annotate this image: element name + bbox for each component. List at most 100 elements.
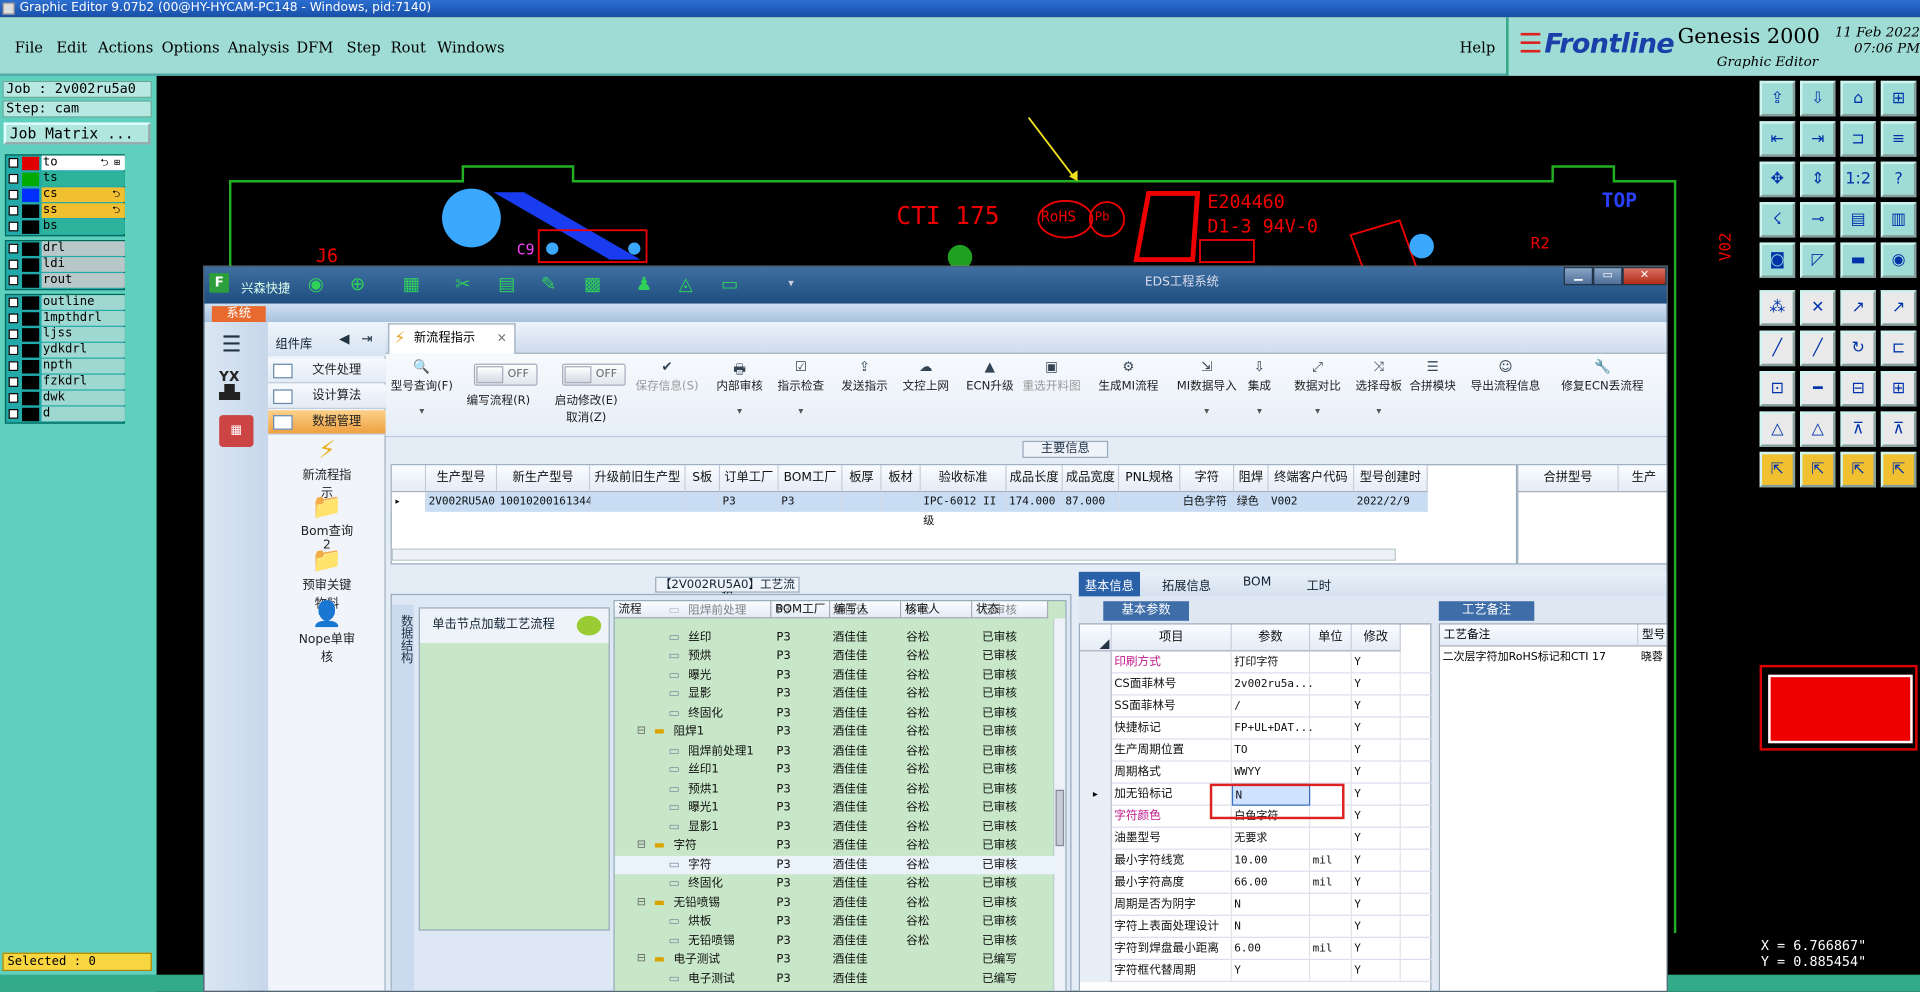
grid-cell-8[interactable]: IPC-6012 II级 bbox=[920, 492, 1007, 528]
layer-row-outline[interactable]: outline bbox=[6, 295, 125, 311]
ribbon-button-10[interactable]: ⚙ 生成MI流程 bbox=[1098, 359, 1158, 393]
remark-cell-0[interactable]: 二次层字符加RoHS标记和CTI 17 bbox=[1440, 649, 1638, 666]
tool-button-8[interactable]: ≡ bbox=[1880, 121, 1917, 157]
tree-row[interactable]: ▭ 阻焊前处理1 P3 酒佳佳 谷松 已审核 bbox=[615, 741, 1056, 760]
tool-button-40[interactable]: ⇱ bbox=[1880, 451, 1917, 488]
ribbon-1[interactable]: 编写流程(R) bbox=[467, 391, 531, 407]
menu-icon[interactable]: ☰ bbox=[222, 332, 242, 358]
ribbon-button-16[interactable]: ☺ 导出流程信息 bbox=[1471, 359, 1541, 393]
grid-hscroll[interactable] bbox=[391, 548, 1396, 561]
comp-item-design[interactable]: 设计算法 bbox=[268, 384, 386, 409]
param-row[interactable]: SS面菲林号 / Y bbox=[1080, 695, 1433, 718]
layer-row-to[interactable]: to ⮌ ⊞ bbox=[6, 155, 125, 172]
tree-row[interactable]: ▭ 烘板 P3 酒佳佳 谷松 已审核 bbox=[615, 912, 1056, 931]
grid-cell-11[interactable] bbox=[1119, 492, 1181, 512]
layer-row-ldi[interactable]: ldi bbox=[6, 257, 125, 273]
tool-button-21[interactable]: ⁂ bbox=[1759, 290, 1796, 326]
remark-header-0[interactable]: 工艺备注 bbox=[1440, 624, 1639, 647]
dropdown-icon[interactable]: ▾ bbox=[1356, 405, 1403, 416]
menu-dfm[interactable]: DFM bbox=[296, 39, 333, 56]
layer-checkbox[interactable] bbox=[8, 221, 19, 232]
layer-checkbox[interactable] bbox=[8, 329, 19, 340]
param-value[interactable]: 10.00 bbox=[1232, 849, 1311, 872]
dropdown-icon[interactable]: ▾ bbox=[1294, 405, 1341, 416]
scissors-icon[interactable]: ✂ bbox=[452, 273, 474, 295]
dropdown-icon[interactable]: ▾ bbox=[391, 405, 453, 416]
tree-row[interactable]: ⊟ ▬ 无铅喷锡 P3 酒佳佳 谷松 已审核 bbox=[615, 893, 1056, 912]
layer-checkbox[interactable] bbox=[8, 297, 19, 308]
param-value[interactable]: WWYY bbox=[1232, 761, 1311, 784]
ribbon-2[interactable]: 启动修改(E) 取消(Z) bbox=[555, 391, 618, 425]
grid-cell-5[interactable]: P3 bbox=[778, 492, 843, 512]
layer-checkbox[interactable] bbox=[8, 361, 19, 372]
tree-row[interactable]: ⊟ ▬ 电子测试 P3 酒佳佳 已编写 bbox=[615, 950, 1056, 969]
param-row[interactable]: 快捷标记 FP+UL+DAT... Y bbox=[1080, 717, 1433, 740]
layer-row-drl[interactable]: drl bbox=[6, 241, 125, 257]
param-value[interactable]: FP+UL+DAT... bbox=[1232, 717, 1314, 740]
ribbon-button-3[interactable]: ✔ 保存信息(S) bbox=[636, 359, 699, 393]
menu-help[interactable]: Help bbox=[1460, 39, 1496, 56]
grid-header-8[interactable]: 验收标准 bbox=[920, 465, 1007, 493]
param-header-2[interactable]: 单位 bbox=[1310, 624, 1352, 652]
layer-checkbox[interactable] bbox=[8, 408, 19, 419]
param-value[interactable]: N bbox=[1232, 893, 1311, 916]
merge-header-1[interactable]: 生产 bbox=[1618, 465, 1667, 493]
tool-button-9[interactable]: ✥ bbox=[1759, 161, 1796, 198]
minimize-button[interactable]: ▁ bbox=[1563, 266, 1594, 286]
dropdown-icon[interactable]: ▾ bbox=[716, 405, 763, 416]
grid-header-12[interactable]: 字符 bbox=[1180, 465, 1235, 493]
tool-button-32[interactable]: ⊞ bbox=[1880, 371, 1917, 407]
merge-header-0[interactable]: 合拼型号 bbox=[1518, 465, 1619, 493]
yx-module-icon[interactable]: YX ▟▙ bbox=[219, 369, 253, 401]
more-icon[interactable]: ▾ bbox=[780, 273, 802, 295]
layer-row-rout[interactable]: rout bbox=[6, 273, 125, 289]
layer-row-1mpthdrl[interactable]: 1mpthdrl bbox=[6, 311, 125, 327]
dropdown-icon[interactable]: ▾ bbox=[1248, 405, 1271, 416]
tool-button-10[interactable]: ⇕ bbox=[1800, 161, 1836, 198]
pin-icon[interactable]: ⇥ bbox=[361, 331, 372, 347]
ribbon-button-7[interactable]: ☁ 文控上网 bbox=[902, 359, 949, 393]
globe-icon[interactable]: ⊕ bbox=[347, 273, 369, 295]
tool-button-2[interactable]: ⇩ bbox=[1800, 80, 1836, 117]
param-value[interactable]: 2v002ru5a... bbox=[1232, 673, 1314, 696]
tool-button-16[interactable]: ▥ bbox=[1880, 202, 1917, 238]
calc-module-icon[interactable]: ▦ bbox=[219, 415, 254, 447]
param-row[interactable]: 印刷方式 打印字符 Y bbox=[1080, 651, 1433, 674]
param-row[interactable]: 最小字符高度 66.00 mil Y bbox=[1080, 871, 1433, 894]
detail-tab-0[interactable]: 基本信息 bbox=[1078, 571, 1141, 597]
param-value[interactable]: / bbox=[1232, 695, 1311, 718]
ribbon-button-8[interactable]: ▲ ECN升级 bbox=[966, 359, 1013, 393]
param-value[interactable]: 66.00 bbox=[1232, 871, 1311, 894]
tool-button-31[interactable]: ⊟ bbox=[1840, 371, 1876, 407]
tool-button-18[interactable]: ◸ bbox=[1800, 242, 1836, 278]
tool-button-12[interactable]: ? bbox=[1880, 161, 1917, 198]
detail-tab-2[interactable]: BOM bbox=[1243, 576, 1271, 589]
grid-header-5[interactable]: BOM工厂 bbox=[778, 465, 843, 493]
param-row[interactable]: 油墨型号 无要求 Y bbox=[1080, 827, 1433, 850]
tree-row[interactable]: ▭ 预烘1 P3 酒佳佳 谷松 已审核 bbox=[615, 779, 1056, 798]
comp-item-file[interactable]: 文件处理 bbox=[268, 358, 386, 384]
system-tab[interactable]: 系统 bbox=[211, 306, 266, 323]
grid-header-6[interactable]: 板厚 bbox=[842, 465, 882, 493]
tool-button-20[interactable]: ◉ bbox=[1880, 242, 1917, 278]
param-row[interactable]: 最小字符线宽 10.00 mil Y bbox=[1080, 849, 1433, 872]
grid-header-2[interactable]: 升级前旧生产型号 bbox=[590, 465, 686, 512]
tool-button-13[interactable]: ☇ bbox=[1759, 202, 1796, 238]
collapse-icon[interactable]: ⊟ bbox=[637, 893, 646, 911]
grid-cell-7[interactable] bbox=[881, 492, 921, 512]
chart-icon[interactable]: ◬ bbox=[675, 273, 697, 295]
tool-button-5[interactable]: ⇤ bbox=[1759, 121, 1796, 157]
grid-cell-12[interactable]: 白色字符 bbox=[1180, 492, 1235, 512]
layer-row-npth[interactable]: npth bbox=[6, 358, 125, 375]
job-matrix-button[interactable]: Job Matrix ... bbox=[3, 122, 151, 145]
menu-windows[interactable]: Windows bbox=[437, 39, 504, 56]
tool-button-1[interactable]: ⇪ bbox=[1759, 80, 1796, 117]
grid-cell-14[interactable]: V002 bbox=[1268, 492, 1355, 512]
param-row[interactable]: 字符到焊盘最小距离 6.00 mil Y bbox=[1080, 937, 1433, 961]
tool-button-17[interactable]: ◙ bbox=[1759, 242, 1796, 278]
grid-cell-13[interactable]: 绿色 bbox=[1234, 492, 1269, 512]
tool-button-29[interactable]: ⊡ bbox=[1759, 371, 1796, 407]
tool-button-24[interactable]: ↗ bbox=[1880, 290, 1917, 326]
comp-item-data[interactable]: 数据管理 bbox=[268, 410, 386, 435]
param-row[interactable]: 生产周期位置 TO Y bbox=[1080, 739, 1433, 762]
